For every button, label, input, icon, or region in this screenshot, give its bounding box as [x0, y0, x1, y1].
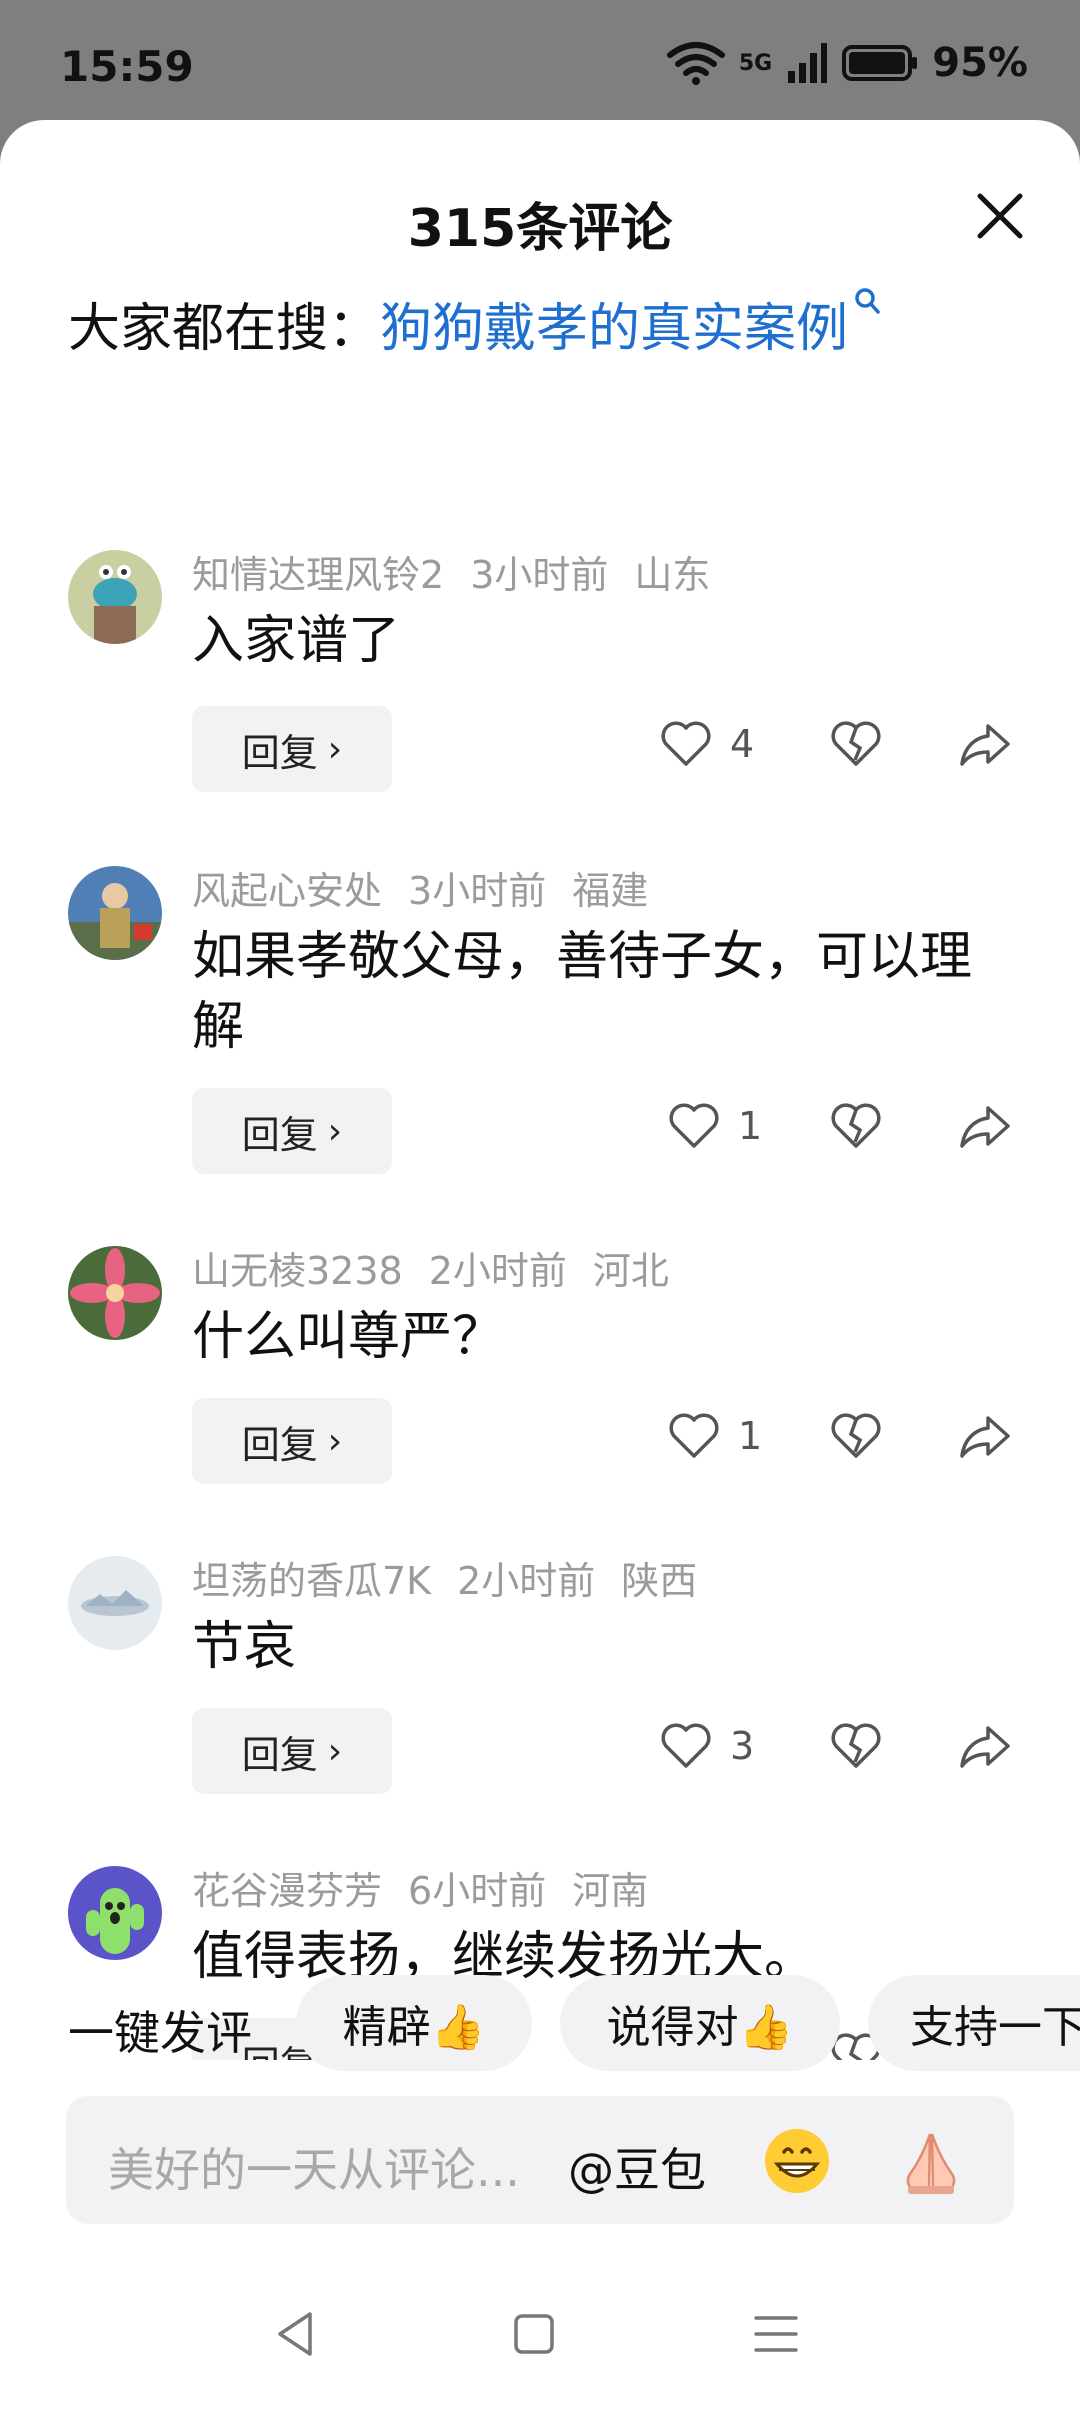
comment-time: 3小时前	[470, 553, 609, 597]
status-icons: 5G 95%	[666, 40, 1028, 86]
like-button[interactable]: 4	[660, 720, 754, 768]
comment-input[interactable]: 美好的一天从评论... @豆包	[66, 2096, 1014, 2224]
comment-text: 如果孝敬父母，善待子女，可以理解	[192, 927, 973, 1057]
menu-icon[interactable]	[746, 2304, 806, 2364]
heart-icon	[669, 1413, 719, 1458]
avatar[interactable]	[68, 1866, 162, 1960]
avatar[interactable]	[68, 1246, 162, 1340]
close-icon[interactable]	[972, 188, 1028, 244]
share-icon[interactable]	[958, 1098, 1014, 1154]
reply-label: 回复	[241, 1732, 318, 1777]
share-icon[interactable]	[958, 1408, 1014, 1464]
chevron-right-icon: ›	[327, 1110, 343, 1152]
comment-author[interactable]: 山无棱3238	[192, 1249, 403, 1293]
chevron-right-icon: ›	[327, 1730, 343, 1772]
comment-list[interactable]: 知情达理风铃2 3小时前 山东 入家谱了 回复 › 4 风起心安处 3小时前 福…	[0, 420, 1080, 2060]
comment-author[interactable]: 风起心安处	[192, 869, 382, 913]
search-icon[interactable]	[852, 286, 882, 320]
grinning-face-icon[interactable]	[762, 2126, 832, 2196]
comment-meta: 山无棱3238 2小时前 河北	[192, 1240, 695, 1295]
dislike-icon[interactable]	[828, 1718, 884, 1774]
reply-label: 回复	[241, 1422, 318, 1467]
comment-time: 2小时前	[428, 1249, 567, 1293]
heart-icon	[661, 721, 711, 766]
reply-button[interactable]: 回复›	[192, 1398, 392, 1484]
like-button[interactable]: 1	[668, 1102, 762, 1150]
like-count: 1	[738, 1414, 763, 1458]
dislike-icon[interactable]	[828, 1098, 884, 1154]
avatar[interactable]	[68, 550, 162, 644]
comment-time: 3小时前	[408, 869, 547, 913]
reply-button[interactable]: 回复›	[192, 706, 392, 792]
quick-comment-chip[interactable]: 精辟👍	[296, 1975, 532, 2071]
signal-icon	[788, 43, 828, 83]
heart-icon	[661, 1723, 711, 1768]
share-icon[interactable]	[958, 1718, 1014, 1774]
system-nav-bar	[0, 2260, 1080, 2412]
comment-input-placeholder[interactable]: 美好的一天从评论...	[108, 2134, 520, 2200]
network-type: 5G	[738, 50, 773, 76]
like-count: 4	[730, 722, 755, 766]
battery-icon	[842, 45, 918, 81]
back-icon[interactable]	[266, 2304, 326, 2364]
comment-meta: 坦荡的香瓜7K 2小时前 陕西	[192, 1550, 723, 1605]
quick-comment-row: 一键发评 精辟👍 说得对👍 支持一下	[0, 1975, 1080, 2075]
like-count: 3	[730, 1724, 755, 1768]
trending-search-link[interactable]: 狗狗戴孝的真实案例	[380, 299, 848, 359]
quick-comment-chip[interactable]: 支持一下	[868, 1975, 1080, 2071]
comment-meta: 知情达理风铃2 3小时前 山东	[192, 544, 736, 599]
comment-meta: 花谷漫芬芳 6小时前 河南	[192, 1860, 674, 1915]
reply-button[interactable]: 回复›	[192, 1708, 392, 1794]
chevron-right-icon: ›	[327, 728, 343, 770]
comment-author[interactable]: 坦荡的香瓜7K	[192, 1559, 431, 1603]
reply-label: 回复	[241, 1112, 318, 1157]
sheet-title: 315条评论	[407, 199, 673, 259]
dislike-icon[interactable]	[828, 1408, 884, 1464]
comment-text: 入家谱了	[192, 611, 401, 671]
reply-label: 回复	[241, 730, 318, 775]
chevron-right-icon: ›	[327, 1420, 343, 1462]
avatar[interactable]	[68, 1556, 162, 1650]
like-button[interactable]: 1	[668, 1412, 762, 1460]
like-button[interactable]: 3	[660, 1722, 754, 1770]
comment-author[interactable]: 花谷漫芬芳	[192, 1869, 382, 1913]
comment-author[interactable]: 知情达理风铃2	[192, 553, 444, 597]
status-time: 15:59	[60, 42, 194, 91]
trending-search-prefix: 大家都在搜：	[68, 299, 381, 359]
share-icon[interactable]	[958, 716, 1014, 772]
like-count: 1	[738, 1104, 763, 1148]
heart-icon	[669, 1103, 719, 1148]
comment-text: 节哀	[192, 1617, 297, 1677]
comment-time: 6小时前	[408, 1869, 547, 1913]
quick-comment-label: 一键发评	[68, 2006, 252, 2060]
folded-hands-icon[interactable]	[896, 2126, 966, 2196]
status-bar: 15:59 5G 95%	[0, 0, 1080, 120]
avatar[interactable]	[68, 866, 162, 960]
comment-location: 河南	[572, 1869, 649, 1913]
comment-meta: 风起心安处 3小时前 福建	[192, 860, 674, 915]
comment-location: 福建	[572, 869, 649, 913]
comments-sheet: 315条评论 大家都在搜：狗狗戴孝的真实案例 知情达理风铃2 3小时前 山东 入…	[0, 120, 1080, 2412]
trending-search: 大家都在搜：狗狗戴孝的真实案例	[68, 286, 882, 361]
wifi-icon	[666, 42, 725, 85]
comment-time: 2小时前	[457, 1559, 596, 1603]
mention-doubao-button[interactable]: @豆包	[568, 2134, 706, 2200]
comment-location: 陕西	[621, 1559, 698, 1603]
quick-comment-chip[interactable]: 说得对👍	[560, 1975, 840, 2071]
reply-button[interactable]: 回复›	[192, 1088, 392, 1174]
comment-text: 什么叫尊严？	[192, 1307, 505, 1367]
dislike-icon[interactable]	[828, 716, 884, 772]
battery-level: 95%	[932, 40, 1028, 86]
home-icon[interactable]	[504, 2304, 564, 2364]
comment-location: 河北	[592, 1249, 669, 1293]
comment-location: 山东	[634, 553, 711, 597]
